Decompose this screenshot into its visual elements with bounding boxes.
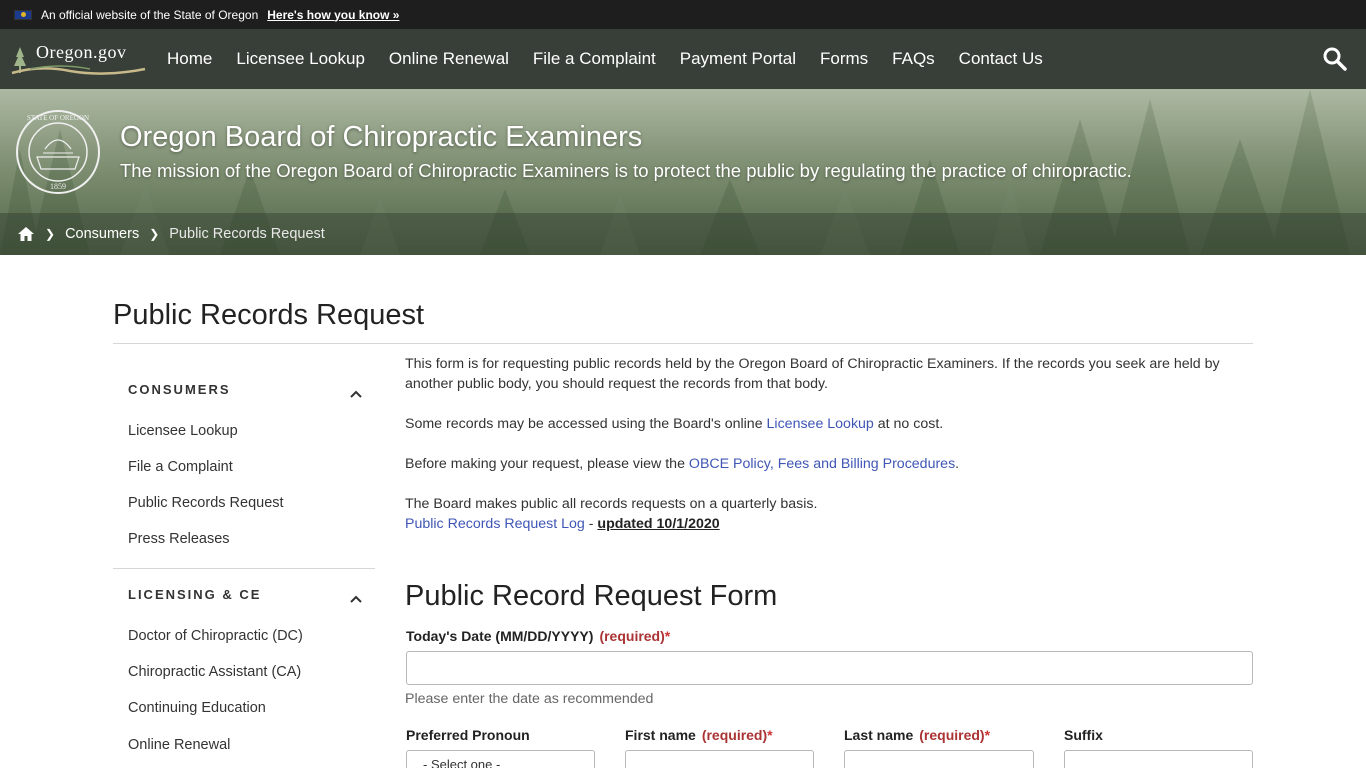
nav-item-file-complaint[interactable]: File a Complaint <box>521 49 668 69</box>
nav-menu: Home Licensee Lookup Online Renewal File… <box>155 29 1055 89</box>
nav-item-online-renewal[interactable]: Online Renewal <box>377 49 521 69</box>
suffix-label: Suffix <box>1064 727 1103 743</box>
chevron-down-icon <box>578 763 588 768</box>
first-name-label: First name (required)* <box>625 727 773 743</box>
home-icon[interactable] <box>17 225 35 243</box>
quarterly-paragraph: The Board makes public all records reque… <box>405 496 818 512</box>
page-title: Public Records Request <box>113 299 425 331</box>
search-icon[interactable] <box>1322 46 1348 72</box>
last-name-label: Last name (required)* <box>844 727 990 743</box>
date-field[interactable] <box>406 651 1253 685</box>
obce-policy-link[interactable]: OBCE Policy, Fees and Billing Procedures <box>689 456 955 472</box>
seal-year: 1859 <box>50 182 66 191</box>
sidebar-item-chiropractic-assistant[interactable]: Chiropractic Assistant (CA) <box>128 664 301 680</box>
sidebar-heading-licensing[interactable]: LICENSING & CE <box>128 587 261 602</box>
log-separator: - <box>584 516 598 532</box>
nav-item-licensee-lookup[interactable]: Licensee Lookup <box>224 49 377 69</box>
seal-text: STATE OF OREGON <box>27 114 89 122</box>
required-marker: (required) <box>919 727 985 743</box>
title-divider <box>113 343 1253 344</box>
policy-text: Before making your request, please view … <box>405 456 689 472</box>
chevron-right-icon: ❯ <box>45 227 56 241</box>
pronoun-label: Preferred Pronoun <box>406 727 530 743</box>
official-site-text: An official website of the State of Oreg… <box>41 7 259 22</box>
first-name-field[interactable] <box>625 750 814 768</box>
log-updated-date: updated 10/1/2020 <box>597 516 720 532</box>
nav-item-faqs[interactable]: FAQs <box>880 49 947 69</box>
policy-paragraph: Before making your request, please view … <box>405 454 1225 474</box>
policy-text-end: . <box>955 456 960 472</box>
date-label-text: Today's Date (MM/DD/YYYY) <box>406 628 594 644</box>
first-name-label-text: First name <box>625 727 696 743</box>
nav-item-home[interactable]: Home <box>155 49 224 69</box>
form-title: Public Record Request Form <box>405 580 778 612</box>
state-seal-icon: STATE OF OREGON 1859 <box>15 109 101 195</box>
breadcrumb-consumers[interactable]: Consumers <box>65 226 139 242</box>
main-navigation: Oregon.gov Home Licensee Lookup Online R… <box>0 29 1366 89</box>
oregon-gov-logo[interactable]: Oregon.gov <box>10 39 150 79</box>
sidebar-heading-consumers[interactable]: CONSUMERS <box>128 382 231 397</box>
required-marker: (required) <box>701 727 768 743</box>
breadcrumb-current: Public Records Request <box>169 226 325 242</box>
breadcrumb: ❯ Consumers ❯ Public Records Request <box>0 213 1366 255</box>
hero-banner: STATE OF OREGON 1859 Oregon Board of Chi… <box>0 89 1366 255</box>
licensee-lookup-link[interactable]: Licensee Lookup <box>767 416 874 432</box>
lookup-text-end: at no cost. <box>873 416 944 432</box>
agency-title: Oregon Board of Chiropractic Examiners <box>120 121 643 153</box>
required-marker: (required) <box>599 628 665 644</box>
lookup-text: Some records may be accessed using the B… <box>405 416 767 432</box>
sidebar-item-doctor-of-chiropractic[interactable]: Doctor of Chiropractic (DC) <box>128 628 303 644</box>
oregon-flag-icon <box>14 9 32 20</box>
official-site-banner: An official website of the State of Oreg… <box>0 0 1366 29</box>
sidebar-item-press-releases[interactable]: Press Releases <box>128 531 230 547</box>
chevron-right-icon: ❯ <box>149 227 160 241</box>
sidebar-divider <box>113 568 375 569</box>
required-star: * <box>984 727 991 743</box>
nav-item-payment-portal[interactable]: Payment Portal <box>668 49 808 69</box>
last-name-label-text: Last name <box>844 727 914 743</box>
date-help-text: Please enter the date as recommended <box>405 691 654 707</box>
sidebar-item-licensee-lookup[interactable]: Licensee Lookup <box>128 423 238 439</box>
log-paragraph: Public Records Request Log - updated 10/… <box>405 514 1225 534</box>
nav-item-contact-us[interactable]: Contact Us <box>947 49 1055 69</box>
date-label: Today's Date (MM/DD/YYYY) (required)* <box>406 628 670 644</box>
nav-item-forms[interactable]: Forms <box>808 49 880 69</box>
last-name-field[interactable] <box>844 750 1034 768</box>
lookup-paragraph: Some records may be accessed using the B… <box>405 414 1225 434</box>
how-you-know-link[interactable]: Here's how you know » <box>267 8 399 22</box>
suffix-field[interactable] <box>1064 750 1253 768</box>
chevron-up-icon[interactable] <box>349 386 363 398</box>
intro-paragraph: This form is for requesting public recor… <box>405 356 1220 392</box>
required-star: * <box>767 727 773 743</box>
pronoun-selected-value: - Select one - <box>423 757 501 768</box>
required-star: * <box>664 628 671 644</box>
sidebar-item-continuing-education[interactable]: Continuing Education <box>128 700 266 716</box>
agency-mission: The mission of the Oregon Board of Chiro… <box>120 160 1132 181</box>
logo-wordmark: Oregon.gov <box>36 42 127 62</box>
sidebar-item-file-complaint[interactable]: File a Complaint <box>128 459 233 475</box>
records-log-link[interactable]: Public Records Request Log <box>405 516 585 532</box>
chevron-up-icon[interactable] <box>349 591 363 603</box>
sidebar-item-public-records-request[interactable]: Public Records Request <box>128 495 284 511</box>
pronoun-select[interactable]: - Select one - <box>406 750 595 768</box>
sidebar-item-online-renewal[interactable]: Online Renewal <box>128 737 230 753</box>
